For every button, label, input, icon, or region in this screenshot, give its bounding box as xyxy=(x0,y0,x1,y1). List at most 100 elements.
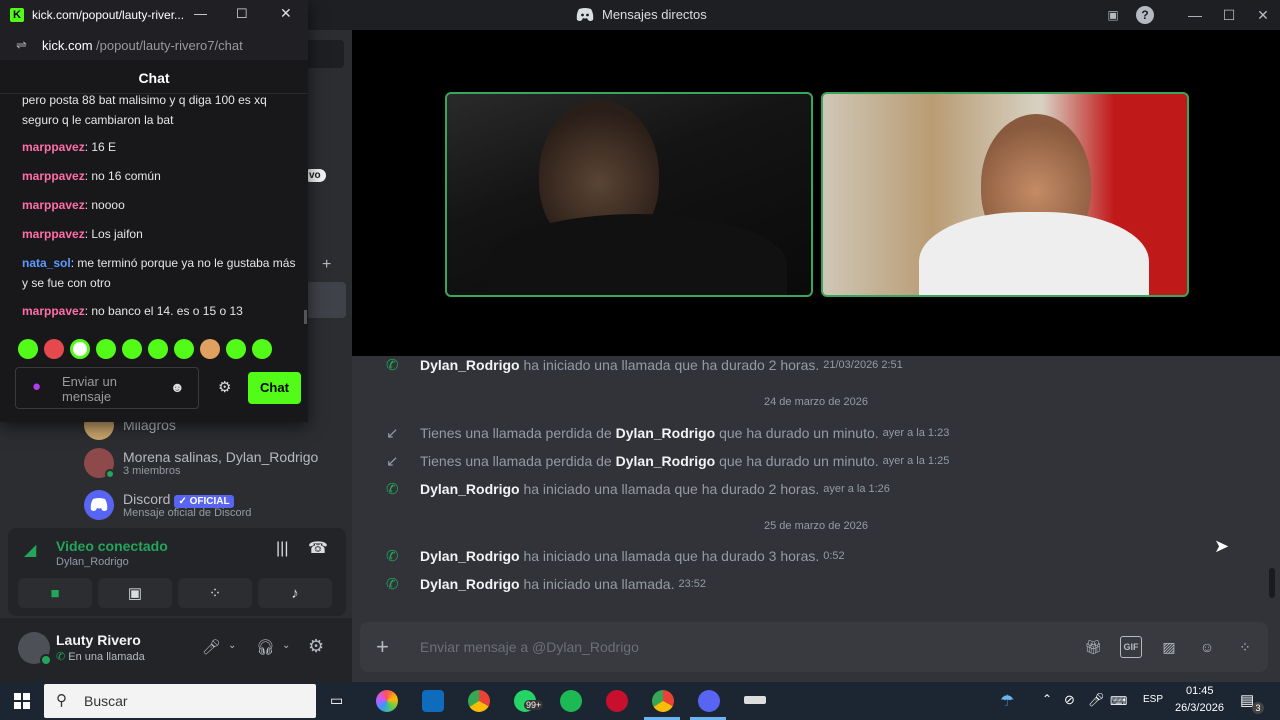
screen-share-icon[interactable]: ▣ xyxy=(1104,6,1122,24)
language-indicator[interactable]: ESP xyxy=(1143,694,1163,705)
apps-icon[interactable]: ⁘ xyxy=(1234,636,1256,658)
maximize-button[interactable]: ☐ xyxy=(1212,0,1246,30)
emote-icon[interactable] xyxy=(122,339,142,359)
keyboard-icon[interactable]: ⌨ xyxy=(1110,694,1127,708)
call-message: ✆ Dylan_Rodrigo ha iniciado una llamada … xyxy=(386,481,890,498)
send-chat-button[interactable]: Chat xyxy=(248,372,301,404)
emote-icon[interactable] xyxy=(226,339,246,359)
missed-call-message: ↙ Tienes una llamada perdida de Dylan_Ro… xyxy=(386,425,950,442)
chat-message: marppavez: no 16 común xyxy=(22,169,161,183)
online-status-icon xyxy=(40,654,52,666)
close-button[interactable]: ✕ xyxy=(280,5,292,22)
emote-icon[interactable] xyxy=(148,339,168,359)
discord-icon[interactable] xyxy=(698,690,720,712)
chat-input[interactable]: ● Enviar un mensaje ☻ xyxy=(15,367,199,409)
emoji-icon[interactable]: ☻ xyxy=(170,379,185,395)
search-placeholder: Buscar xyxy=(84,693,128,709)
chat-message: marppavez: 16 E xyxy=(22,140,117,154)
activities-button[interactable]: ⁘ xyxy=(178,578,252,608)
window-title: Mensajes directos xyxy=(576,7,707,22)
voice-status: Video conectado xyxy=(56,538,168,554)
emote-icon[interactable] xyxy=(200,339,220,359)
soundboard-button[interactable]: ♪ xyxy=(258,578,332,608)
sticker-icon[interactable]: ▨ xyxy=(1158,636,1180,658)
emote-icon[interactable] xyxy=(18,339,38,359)
headphones-icon[interactable]: 🎧︎ xyxy=(256,638,275,656)
gear-icon[interactable]: ⚙ xyxy=(308,636,324,657)
video-tile-local[interactable] xyxy=(821,92,1189,297)
url-bar[interactable]: ⇌ kick.com /popout/lauty-rivero7/chat xyxy=(0,30,308,60)
phone-icon: ✆ xyxy=(386,481,399,498)
disconnect-icon[interactable]: ☎ xyxy=(308,538,328,558)
screen-share-icon: ▣ xyxy=(127,585,143,602)
message-input[interactable]: Enviar mensaje a @Dylan_Rodrigo xyxy=(420,639,639,655)
noise-suppression-icon[interactable]: ||| xyxy=(276,540,288,558)
copilot-icon[interactable] xyxy=(376,690,398,712)
chat-message: marppavez: noooo xyxy=(22,198,125,212)
maximize-button[interactable]: ☐ xyxy=(236,6,248,22)
app-icon[interactable] xyxy=(744,696,766,704)
search-icon: ⚲ xyxy=(56,692,67,709)
weather-icon[interactable]: ☂ xyxy=(1000,691,1014,711)
spotify-icon[interactable] xyxy=(560,690,582,712)
discord-logo-icon xyxy=(90,498,108,511)
kick-logo-icon: K xyxy=(10,8,24,22)
close-button[interactable]: ✕ xyxy=(1246,0,1280,30)
start-button[interactable] xyxy=(14,693,30,709)
microphone-icon[interactable]: 🎤︎ xyxy=(1088,692,1105,708)
dm-name: Discord xyxy=(123,491,171,507)
emote-icon[interactable] xyxy=(252,339,272,359)
gear-icon[interactable]: ⚙ xyxy=(218,378,231,396)
emote-icon[interactable] xyxy=(70,339,90,359)
dm-sub: Mensaje oficial de Discord xyxy=(123,507,252,519)
chrome-icon[interactable] xyxy=(652,690,674,712)
emote-icon[interactable] xyxy=(174,339,194,359)
date-divider: 24 de marzo de 2026 xyxy=(764,396,868,408)
emoji-icon[interactable]: ☺ xyxy=(1196,636,1218,658)
chat-message: marppavez: no banco el 14. es o 15 o 13 xyxy=(22,304,243,318)
add-attachment-icon[interactable]: + xyxy=(376,634,389,660)
chevron-down-icon[interactable]: ⌄ xyxy=(228,640,236,651)
date-divider: 25 de marzo de 2026 xyxy=(764,520,868,532)
chat-message: marppavez: Los jaifon xyxy=(22,227,143,241)
minimize-button[interactable]: — xyxy=(1178,0,1212,30)
help-icon[interactable]: ? xyxy=(1136,6,1154,24)
camera-button[interactable]: ■ xyxy=(18,578,92,608)
missed-call-message: ↙ Tienes una llamada perdida de Dylan_Ro… xyxy=(386,453,950,470)
call-message: ✆ Dylan_Rodrigo ha iniciado una llamada … xyxy=(386,548,845,565)
add-dm-icon[interactable]: + xyxy=(322,256,331,274)
site-settings-icon[interactable]: ⇌ xyxy=(16,37,27,53)
scrollbar-thumb[interactable] xyxy=(304,310,307,324)
clock-time[interactable]: 01:45 xyxy=(1186,685,1214,697)
kick-chat-popout: K kick.com/popout/lauty-river... — ☐ ✕ ⇌… xyxy=(0,0,308,422)
microphone-icon[interactable]: ● xyxy=(32,378,41,395)
gift-icon[interactable]: 🎁︎ xyxy=(1082,636,1104,658)
gif-icon[interactable]: GIF xyxy=(1120,636,1142,658)
app-icon[interactable] xyxy=(606,690,628,712)
screen-share-button[interactable]: ▣ xyxy=(98,578,172,608)
phone-icon: ✆ xyxy=(386,357,399,374)
network-icon[interactable]: ⊘ xyxy=(1064,692,1075,708)
user-panel: Lauty Rivero ✆ En una llamada 🎤︎ ⌄ 🎧︎ ⌄ … xyxy=(0,618,352,682)
chrome-icon[interactable] xyxy=(468,690,490,712)
chevron-down-icon[interactable]: ⌄ xyxy=(282,640,290,651)
microphone-icon[interactable]: 🎤︎ xyxy=(202,638,221,656)
online-status-icon xyxy=(105,469,115,479)
phone-icon: ✆ xyxy=(386,548,399,565)
minimize-button[interactable]: — xyxy=(194,6,207,21)
scrollbar-thumb[interactable] xyxy=(1269,568,1275,598)
task-view-icon[interactable]: ▭ xyxy=(330,692,343,709)
avatar[interactable] xyxy=(18,632,52,666)
emote-icon[interactable] xyxy=(44,339,64,359)
dm-item-group[interactable]: Morena salinas, Dylan_Rodrigo 3 miembros xyxy=(84,448,318,479)
emote-icon[interactable] xyxy=(96,339,116,359)
dm-item-discord[interactable]: Discord ✓ OFICIAL Mensaje oficial de Disc… xyxy=(84,490,251,520)
chevron-up-icon[interactable]: ⌃ xyxy=(1042,692,1052,706)
clock-date[interactable]: 26/3/2026 xyxy=(1175,702,1224,714)
chat-message: pero posta 88 bat malisimo y q diga 100 … xyxy=(22,93,267,127)
outlook-icon[interactable] xyxy=(422,690,444,712)
message-list: ✆ Dylan_Rodrigo ha iniciado una llamada … xyxy=(352,356,1280,618)
video-tile-remote[interactable] xyxy=(445,92,813,297)
missed-call-icon: ↙ xyxy=(386,453,399,470)
taskbar-search[interactable]: ⚲ Buscar xyxy=(44,684,316,718)
